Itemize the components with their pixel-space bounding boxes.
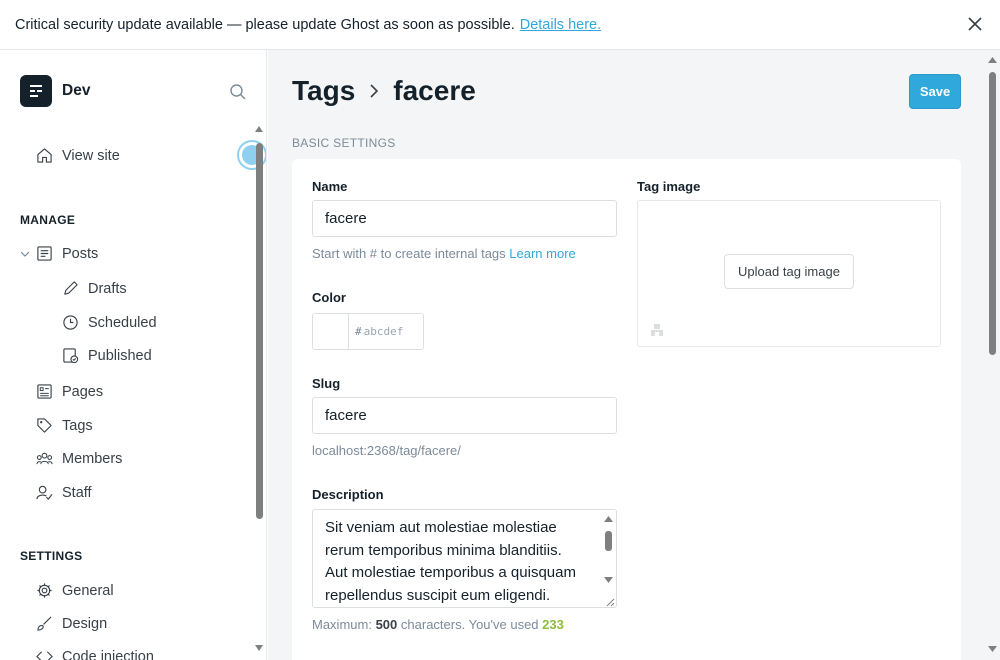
name-hint-text: Start with # to create internal tags bbox=[312, 246, 506, 261]
slug-url: localhost:2368/tag/facere/ bbox=[312, 443, 461, 458]
image-placeholder-icon bbox=[651, 324, 663, 336]
counter-max: 500 bbox=[375, 617, 398, 632]
sidebar-item-label: Tags bbox=[62, 417, 93, 434]
sidebar: Dev View site MANAGE Posts Drafts Schedu… bbox=[0, 50, 267, 660]
name-hint: Start with # to create internal tags Lea… bbox=[312, 246, 576, 261]
sidebar-item-label: Pages bbox=[62, 383, 104, 400]
members-icon bbox=[36, 452, 53, 465]
sidebar-item-pages[interactable]: Pages bbox=[36, 383, 103, 400]
description-scrollbar[interactable] bbox=[605, 531, 612, 551]
pages-icon bbox=[37, 384, 52, 399]
site-brand[interactable]: Dev bbox=[20, 75, 90, 107]
chevron-right-icon bbox=[370, 84, 379, 98]
gear-icon bbox=[37, 583, 52, 598]
sidebar-item-members[interactable]: Members bbox=[36, 450, 122, 467]
sidebar-item-label: Design bbox=[62, 615, 108, 632]
color-placeholder: abcdef bbox=[363, 325, 404, 338]
scroll-down-arrow-icon[interactable] bbox=[988, 646, 997, 652]
sidebar-item-tags[interactable]: Tags bbox=[36, 417, 93, 434]
description-field[interactable]: Sit veniam aut molestiae molestiae rerum… bbox=[312, 509, 617, 608]
sidebar-item-label: General bbox=[62, 582, 114, 599]
sidebar-item-general[interactable]: General bbox=[36, 582, 114, 599]
scroll-up-arrow-icon[interactable] bbox=[255, 126, 263, 132]
breadcrumb-tags-link[interactable]: Tags bbox=[292, 75, 355, 107]
pencil-icon bbox=[64, 281, 78, 295]
main-content: Tags facere Save BASIC SETTINGS Name fac… bbox=[268, 50, 1000, 660]
sidebar-item-label: Drafts bbox=[88, 280, 127, 297]
site-name: Dev bbox=[62, 82, 91, 99]
section-title: BASIC SETTINGS bbox=[292, 136, 396, 150]
home-icon bbox=[37, 148, 52, 163]
sidebar-item-code-injection[interactable]: Code injection bbox=[36, 648, 154, 660]
banner-details-link[interactable]: Details here. bbox=[520, 17, 601, 33]
sidebar-item-label: Code injection bbox=[62, 648, 154, 660]
breadcrumb: Tags facere bbox=[292, 75, 476, 107]
main-scrollbar[interactable] bbox=[989, 72, 996, 355]
sidebar-item-design[interactable]: Design bbox=[36, 615, 107, 632]
manage-section-title: MANAGE bbox=[20, 213, 76, 227]
scroll-down-arrow-icon[interactable] bbox=[604, 577, 613, 583]
page-title: facere bbox=[393, 75, 476, 106]
search-icon[interactable] bbox=[229, 83, 247, 101]
chevron-down-icon[interactable] bbox=[19, 248, 31, 260]
scroll-up-arrow-icon[interactable] bbox=[604, 516, 613, 522]
sidebar-item-label: Published bbox=[88, 347, 152, 364]
tag-icon bbox=[37, 418, 52, 433]
sidebar-item-view-site[interactable]: View site bbox=[36, 147, 120, 164]
code-icon bbox=[36, 651, 53, 660]
sidebar-item-posts[interactable]: Posts bbox=[36, 245, 98, 262]
published-icon bbox=[63, 348, 79, 364]
name-label: Name bbox=[312, 179, 348, 194]
sidebar-item-label: Staff bbox=[62, 484, 92, 501]
color-hash: # bbox=[355, 325, 362, 338]
save-button[interactable]: Save bbox=[909, 74, 961, 109]
clock-icon bbox=[63, 315, 78, 330]
sidebar-item-scheduled[interactable]: Scheduled bbox=[62, 314, 157, 331]
slug-label: Slug bbox=[312, 376, 341, 391]
banner-message: Critical security update available — ple… bbox=[15, 16, 515, 33]
staff-icon bbox=[36, 485, 53, 500]
counter-mid: characters. You've used bbox=[400, 617, 539, 632]
settings-card: Name facere Start with # to create inter… bbox=[292, 159, 961, 660]
sidebar-item-staff[interactable]: Staff bbox=[36, 484, 92, 501]
brush-icon bbox=[37, 616, 52, 631]
color-picker[interactable]: # abcdef bbox=[312, 313, 424, 350]
security-banner: Critical security update available — ple… bbox=[0, 0, 1000, 50]
tag-image-dropzone[interactable]: Upload tag image bbox=[637, 200, 941, 347]
settings-section-title: SETTINGS bbox=[20, 549, 83, 563]
description-label: Description bbox=[312, 487, 384, 502]
counter-prefix: Maximum: bbox=[312, 617, 372, 632]
character-counter: Maximum: 500 characters. You've used 233 bbox=[312, 617, 564, 632]
name-field[interactable]: facere bbox=[312, 200, 617, 237]
sidebar-item-label: Scheduled bbox=[88, 314, 157, 331]
scroll-up-arrow-icon[interactable] bbox=[988, 57, 997, 63]
sidebar-scrollbar[interactable] bbox=[256, 143, 263, 519]
scroll-down-arrow-icon[interactable] bbox=[255, 645, 263, 651]
color-hex-input[interactable]: # abcdef bbox=[349, 314, 403, 349]
close-icon[interactable] bbox=[966, 15, 984, 33]
sidebar-item-label: Members bbox=[62, 450, 123, 467]
sidebar-item-published[interactable]: Published bbox=[62, 347, 152, 364]
slug-field[interactable]: facere bbox=[312, 397, 617, 434]
sidebar-item-label: View site bbox=[62, 147, 120, 164]
color-label: Color bbox=[312, 290, 346, 305]
resize-handle-icon[interactable] bbox=[603, 595, 615, 607]
sidebar-item-label: Posts bbox=[62, 245, 99, 262]
learn-more-link[interactable]: Learn more bbox=[509, 246, 575, 261]
upload-tag-image-button[interactable]: Upload tag image bbox=[724, 254, 854, 289]
color-swatch[interactable] bbox=[313, 314, 349, 349]
tag-image-label: Tag image bbox=[637, 179, 701, 194]
posts-icon bbox=[37, 246, 52, 261]
sidebar-item-drafts[interactable]: Drafts bbox=[62, 280, 127, 297]
counter-used: 233 bbox=[542, 617, 564, 632]
site-logo-icon bbox=[20, 75, 52, 107]
